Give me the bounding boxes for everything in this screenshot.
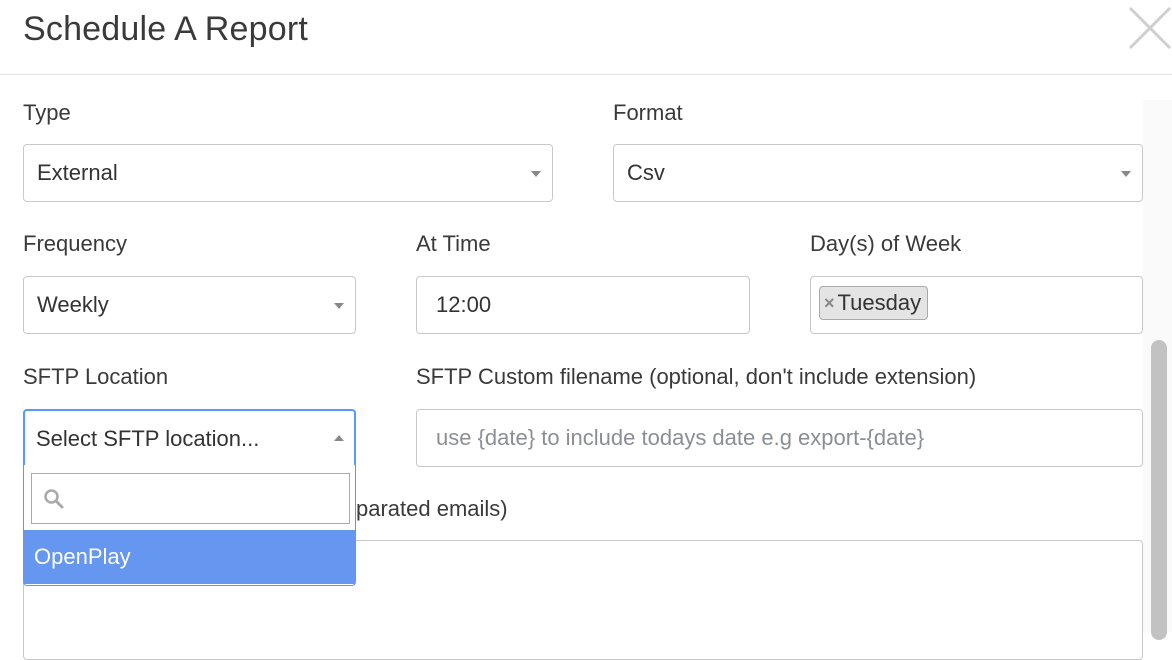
type-select[interactable]: External	[23, 144, 553, 202]
dropdown-search-input[interactable]	[31, 473, 350, 524]
sftp-location-select[interactable]: Select SFTP location...	[23, 409, 356, 467]
chevron-up-icon	[334, 435, 344, 441]
sftp-filename-input[interactable]: use {date} to include todays date e.g ex…	[416, 409, 1143, 467]
sftp-filename-placeholder: use {date} to include todays date e.g ex…	[436, 425, 925, 450]
format-select[interactable]: Csv	[613, 144, 1143, 202]
emails-label: parated emails)	[356, 496, 508, 521]
frequency-label: Frequency	[23, 231, 127, 256]
sftp-location-placeholder: Select SFTP location...	[36, 426, 260, 451]
chevron-down-icon	[1121, 171, 1131, 177]
dialog-header: Schedule A Report	[0, 0, 1172, 75]
sftp-filename-label: SFTP Custom filename (optional, don't in…	[416, 364, 977, 389]
days-of-week-label: Day(s) of Week	[810, 231, 962, 256]
close-icon[interactable]	[1126, 4, 1172, 50]
at-time-input[interactable]: 12:00	[416, 276, 750, 334]
type-label: Type	[23, 100, 71, 125]
day-tag-label: Tuesday	[837, 290, 922, 315]
scrollbar-thumb[interactable]	[1151, 340, 1167, 640]
format-select-value: Csv	[627, 160, 665, 185]
type-select-value: External	[37, 160, 118, 185]
sftp-location-dropdown: OpenPlay	[23, 465, 356, 586]
sftp-location-label: SFTP Location	[23, 364, 169, 389]
chevron-down-icon	[531, 171, 541, 177]
chevron-down-icon	[334, 303, 344, 309]
format-label: Format	[613, 100, 683, 125]
search-icon	[44, 489, 64, 509]
day-tag-tuesday: × Tuesday	[819, 286, 929, 320]
remove-tag-icon[interactable]: ×	[824, 293, 835, 314]
at-time-label: At Time	[416, 231, 491, 256]
dialog-title: Schedule A Report	[23, 10, 309, 48]
days-of-week-multiselect[interactable]: × Tuesday	[810, 276, 1143, 334]
frequency-select-value: Weekly	[37, 292, 109, 317]
dropdown-option-openplay[interactable]: OpenPlay	[24, 530, 355, 584]
frequency-select[interactable]: Weekly	[23, 276, 356, 334]
at-time-value: 12:00	[436, 292, 492, 317]
